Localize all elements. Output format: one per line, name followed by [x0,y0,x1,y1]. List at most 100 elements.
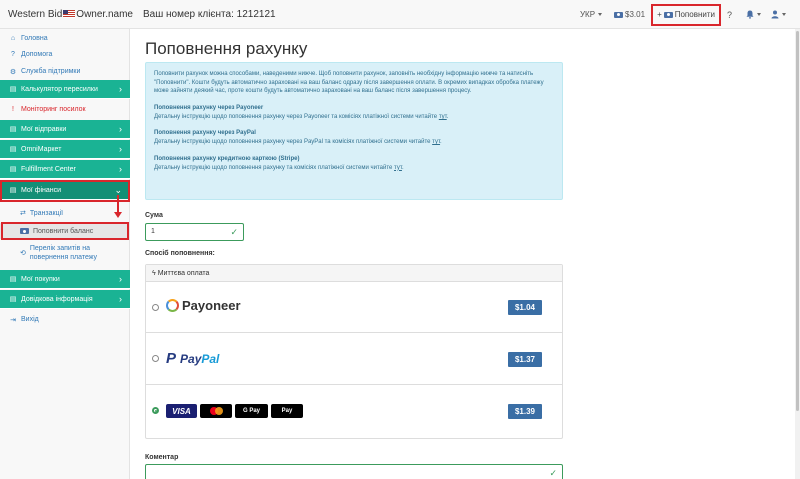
info-stripe-text: Детальну інструкцію щодо поповнення раху… [154,164,554,173]
comment-label: Коментар [145,454,179,461]
mastercard-icon [200,404,232,418]
sidebar-item-label: Мої покупки [21,275,60,283]
sidebar-item-label: OmniМаркет [21,145,62,153]
topup-label: Поповнити [674,10,715,19]
sidebar-item-label: Моніторинг посилок [21,106,86,113]
sidebar-item-calculator[interactable]: ▤ Калькулятор пересилки › [0,80,130,99]
language-label: УКР [579,10,596,19]
info-dot: . [401,164,404,171]
sidebar-item-tracking[interactable]: ! Моніторинг посилок [0,100,130,119]
question-icon: ? [11,51,15,58]
gear-icon: ⚙ [9,68,17,76]
method-row-paypal[interactable]: P PayPal $1.37 [146,333,562,385]
sidebar-item-label: Допомога [21,51,53,58]
user-menu[interactable] [771,10,786,19]
cart-icon: ▤ [9,126,17,133]
payoneer-name: Payoneer [182,298,241,313]
sidebar-item-label: Вихід [21,316,39,323]
card-fee: $1.39 [508,404,542,419]
sidebar-item-chargebacks[interactable]: ⟲ Перелік запитів на повернення платежу [0,244,130,266]
sidebar-item-transactions[interactable]: ⇄ Транзакції [0,206,130,220]
card-radio[interactable] [152,407,159,414]
payoneer-fee: $1.04 [508,300,542,315]
brand-logo[interactable]: Western Bid Owner.name [8,9,133,20]
paypal-guide-link[interactable]: тут [432,139,440,145]
highlight-topup-balance [1,222,129,240]
sidebar-item-purchases[interactable]: ▤ Мої покупки › [0,270,130,289]
method-row-card[interactable]: VISA G Pay Pay $1.39 [146,385,562,438]
balance-value: $3.01 [625,10,646,19]
method-row-payoneer[interactable]: Payoneer $1.04 [146,282,562,333]
cart-icon: ▤ [9,146,17,153]
sidebar-item-label: Довідкова інформація [21,295,93,303]
amount-input[interactable]: 1 ✓ [145,223,244,241]
payment-methods: ϟ Миттєва оплата Payoneer $1.04 P PayPal … [145,264,563,439]
paypal-name: PayPal [180,351,220,366]
sidebar-item-label: Fulfillment Center [21,165,76,173]
logout-icon: ⇥ [10,316,16,324]
info-payoneer-body: Детальну інструкцію щодо поповнення раху… [154,113,438,120]
cart-icon: ▤ [9,296,17,303]
notifications-button[interactable] [746,10,761,19]
mastercard-yellow-circle [214,407,223,415]
amount-label: Сума [145,212,163,219]
sidebar-item-omnimarket[interactable]: ▤ OmniМаркет › [0,140,130,159]
google-pay-icon: G Pay [235,404,268,418]
info-dot: . [446,113,449,120]
info-paypal-body: Детальну інструкцію щодо поповнення раху… [154,139,431,146]
payoneer-guide-link[interactable]: тут [439,114,447,120]
method-label: Спосіб поповнення: [145,250,215,257]
annotation-arrow-head [114,212,122,218]
paypal-logo: P PayPal [166,350,219,367]
cart-icon: ▤ [9,86,17,93]
main-content: Поповнення рахунку Поповнити рахунок мож… [131,29,795,479]
payoneer-ring-icon [166,299,179,312]
alert-icon: ! [12,106,14,113]
sidebar-item-label: Транзакції [29,209,64,217]
brand-domain: Owner.name [76,8,133,20]
client-number: Ваш номер клієнта: 1212121 [143,8,276,20]
sidebar-item-label: Перелік запитів на повернення платежу [29,245,98,262]
brand-name: Western Bid [8,8,63,20]
help-button[interactable]: ? [727,10,732,20]
amount-value: 1 [151,228,155,235]
sidebar-item-reference[interactable]: ▤ Довідкова інформація › [0,290,130,309]
paypal-fee: $1.37 [508,352,542,367]
refresh-icon: ⟲ [20,250,26,257]
stripe-guide-link[interactable]: тут [394,165,402,171]
money-icon [614,11,624,18]
info-payoneer-text: Детальну інструкцію щодо поповнення раху… [154,113,554,122]
sidebar-item-fulfillment[interactable]: ▤ Fulfillment Center › [0,160,130,179]
language-selector[interactable]: УКР [579,10,603,19]
info-stripe-body: Детальну інструкцію щодо поповнення раху… [154,164,393,171]
instant-payment-label: Миттєва оплата [157,269,210,277]
chevron-right-icon: › [119,164,122,174]
chevron-down-icon [757,13,761,16]
visa-icon: VISA [166,404,197,418]
payoneer-logo: Payoneer [166,298,241,313]
chevron-right-icon: › [119,124,122,134]
exchange-icon: ⇄ [20,210,26,217]
payoneer-radio[interactable] [152,304,159,311]
check-icon: ✓ [549,468,557,478]
instant-payment-header: ϟ Миттєва оплата [146,265,562,282]
scrollbar-thumb[interactable] [796,31,799,411]
home-icon: ⌂ [10,35,16,42]
sidebar-item-support[interactable]: ⚙ Служба підтримки [0,62,130,81]
sidebar-item-shipments[interactable]: ▤ Мої відправки › [0,120,130,139]
apple-pay-icon: Pay [271,404,303,418]
info-paypal-heading: Поповнення рахунку через PayPal [154,130,256,137]
comment-input[interactable]: ✓ [145,464,563,479]
balance-display[interactable]: $3.01 [612,10,645,19]
paypal-radio[interactable] [152,355,159,362]
info-alert: Поповнити рахунок можна способами, навед… [145,62,563,200]
info-payoneer-heading: Поповнення рахунку через Payoneer [154,105,264,112]
sidebar-item-logout[interactable]: ⇥ Вихід [0,310,130,329]
plus-icon: + [657,10,662,19]
top-bar: Western Bid Owner.name Ваш номер клієнта… [0,0,800,29]
topup-button[interactable]: + Поповнити [651,3,721,26]
highlight-finances [0,180,130,202]
chevron-right-icon: › [119,84,122,94]
sidebar-item-label: Головна [21,35,48,42]
scrollbar[interactable] [795,29,800,479]
